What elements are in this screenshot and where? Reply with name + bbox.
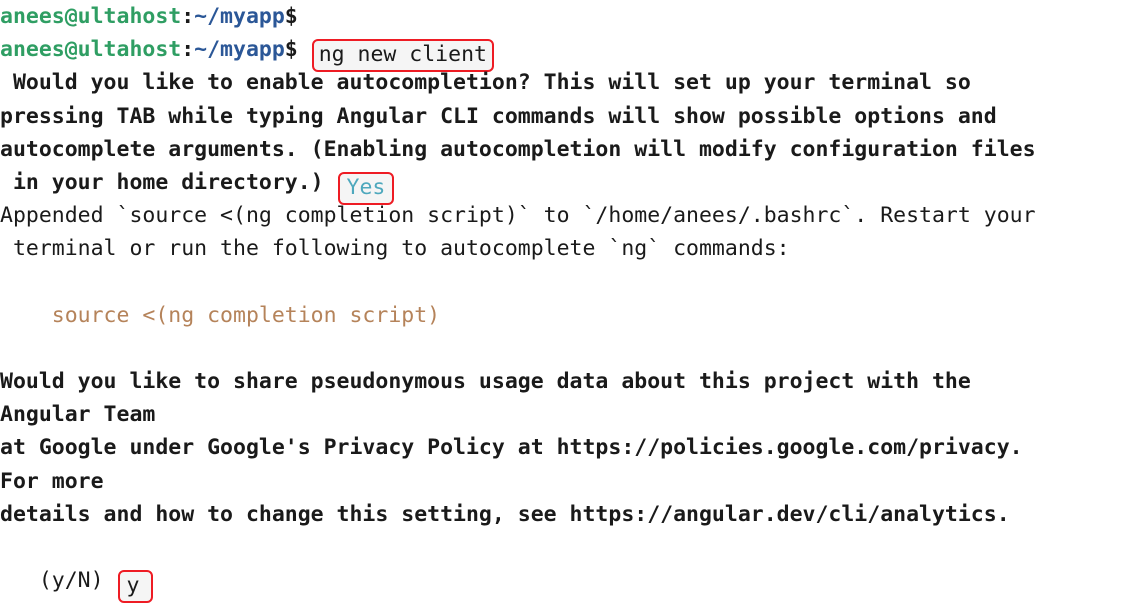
terminal-line-analytics-question-3: at Google under Google's Privacy Policy … — [0, 435, 1023, 461]
terminal-line-autocompletion-answer: in your home directory.) Yes — [0, 166, 1146, 205]
yn-prompt-label: (y/N) — [0, 568, 117, 594]
terminal-line-autocompletion-question-1: Would you like to enable autocompletion?… — [0, 70, 971, 96]
terminal-line-analytics-question-2: Angular Team — [0, 402, 156, 428]
prompt-separator: : — [181, 4, 195, 29]
prompt-symbol: $ — [284, 4, 298, 29]
terminal-line-restart-terminal: terminal or run the following to autocom… — [0, 236, 790, 262]
prompt-path: ~/myapp — [194, 37, 285, 63]
highlighted-answer-y[interactable]: y — [117, 570, 154, 603]
terminal-line-appended-bashrc: Appended `source <(ng completion script)… — [0, 203, 1036, 229]
terminal-line-analytics-question-5: details and how to change this setting, … — [0, 501, 1010, 527]
terminal-line-autocompletion-question-3: autocomplete arguments. (Enabling autoco… — [0, 136, 1036, 162]
prompt-separator: : — [181, 37, 195, 63]
terminal-line-source-completion-script: source <(ng completion script) — [0, 302, 441, 328]
terminal-line-autocompletion-question-2: pressing TAB while typing Angular CLI co… — [0, 103, 997, 129]
terminal-line-command: anees@ultahost:~/myapp$ ng new client — [0, 33, 1146, 73]
terminal-window[interactable]: anees@ultahost:~/myapp$ anees@ultahost:~… — [0, 0, 1146, 603]
prompt-user-host: anees@ultahost — [0, 37, 182, 63]
prompt-symbol: $ — [284, 37, 298, 63]
terminal-line-prompt-empty: anees@ultahost:~/myapp$ — [0, 0, 1146, 33]
terminal-line-analytics-question-4: For more — [0, 468, 104, 494]
autocompletion-question-tail: in your home directory.) — [0, 169, 337, 195]
prompt-user-host: anees@ultahost — [0, 4, 182, 29]
terminal-line-analytics-question-1: Would you like to share pseudonymous usa… — [0, 369, 971, 395]
prompt-path: ~/myapp — [194, 4, 285, 29]
terminal-line-yn-answer: (y/N) y — [0, 564, 1146, 603]
